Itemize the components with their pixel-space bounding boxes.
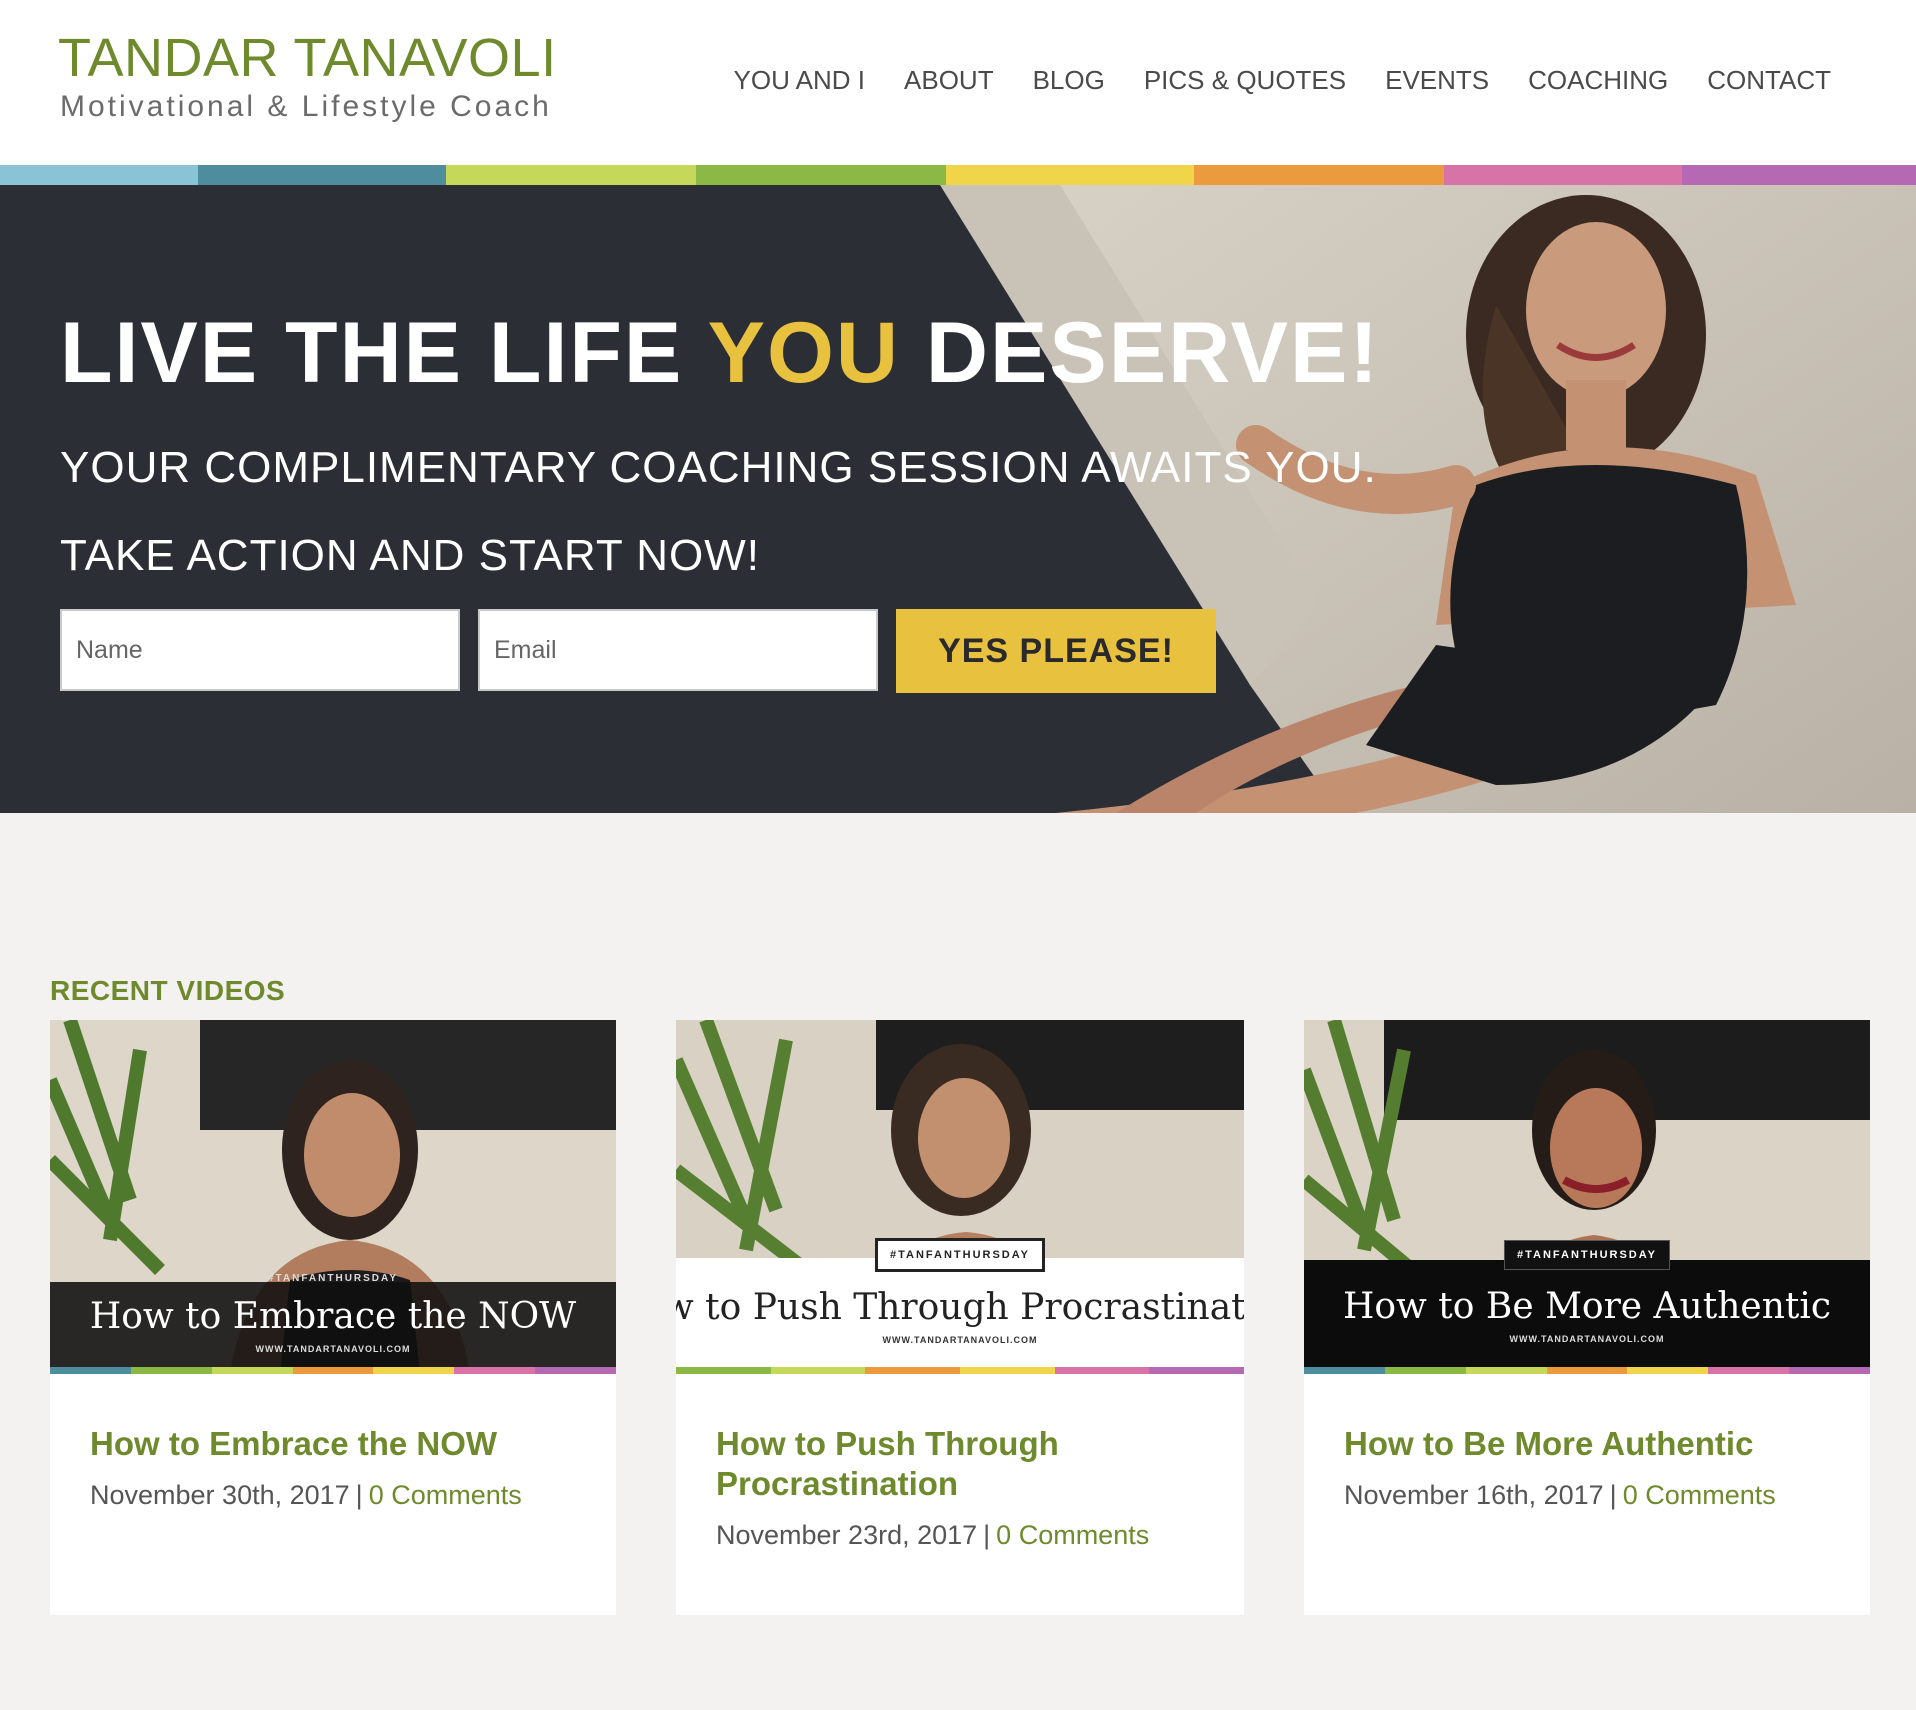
thumbnail-title: How to Be More Authentic bbox=[1342, 1286, 1832, 1327]
thumbnail-overlay: How to Be More Authentic WWW.TANDARTANAV… bbox=[1304, 1260, 1870, 1370]
strip-segment bbox=[446, 165, 696, 185]
video-date: November 16th, 2017 bbox=[1344, 1480, 1604, 1510]
strip-segment bbox=[0, 165, 198, 185]
hero-banner: LIVE THE LIFE YOU DESERVE! YOUR COMPLIME… bbox=[0, 185, 1916, 813]
thumbnail-color-strip bbox=[676, 1367, 1244, 1374]
recent-videos-title: RECENT VIDEOS bbox=[50, 975, 286, 1006]
video-thumbnail[interactable]: How to Embrace the NOW WWW.TANDARTANAVOL… bbox=[50, 1020, 616, 1374]
strip-segment bbox=[198, 165, 446, 185]
hero-headline-part2: DESERVE! bbox=[925, 305, 1380, 401]
thumbnail-overlay: How to Embrace the NOW WWW.TANDARTANAVOL… bbox=[50, 1282, 616, 1368]
nav-item-about[interactable]: ABOUT bbox=[904, 60, 994, 100]
video-title-link[interactable]: How to Be More Authentic bbox=[1344, 1424, 1834, 1464]
nav-item-blog[interactable]: BLOG bbox=[1033, 60, 1105, 100]
name-input[interactable] bbox=[60, 609, 460, 691]
thumbnail-color-strip bbox=[50, 1367, 616, 1374]
nav-item-events[interactable]: EVENTS bbox=[1385, 60, 1489, 100]
video-title-link[interactable]: How to Embrace the NOW bbox=[90, 1424, 580, 1464]
strip-segment bbox=[946, 165, 1194, 185]
site-tagline: Motivational & Lifestyle Coach bbox=[60, 90, 552, 123]
meta-separator: | bbox=[1609, 1480, 1617, 1510]
thumbnail-overlay: ow to Push Through Procrastinatio WWW.TA… bbox=[676, 1258, 1244, 1374]
thumbnail-url: WWW.TANDARTANAVOLI.COM bbox=[882, 1335, 1038, 1345]
nav-item-coaching[interactable]: COACHING bbox=[1528, 60, 1668, 100]
video-meta: November 30th, 2017 | 0 Comments bbox=[90, 1478, 522, 1512]
thumbnail-hashtag: #TANFANTHURSDAY bbox=[1503, 1240, 1671, 1270]
video-meta: November 23rd, 2017 | 0 Comments bbox=[716, 1518, 1149, 1552]
nav-item-you-and-i[interactable]: YOU AND I bbox=[734, 60, 865, 100]
site-header: TANDAR TANAVOLI Motivational & Lifestyle… bbox=[0, 0, 1916, 165]
nav-item-contact[interactable]: CONTACT bbox=[1707, 60, 1831, 100]
color-strip bbox=[0, 165, 1916, 185]
email-input[interactable] bbox=[478, 609, 878, 691]
video-date: November 23rd, 2017 bbox=[716, 1520, 978, 1550]
strip-segment bbox=[1682, 165, 1916, 185]
hero-headline: LIVE THE LIFE YOU DESERVE! bbox=[60, 303, 1380, 403]
thumbnail-title: How to Embrace the NOW bbox=[89, 1296, 577, 1337]
video-thumbnail[interactable]: ow to Push Through Procrastinatio WWW.TA… bbox=[676, 1020, 1244, 1374]
hero-subline-action: TAKE ACTION AND START NOW! bbox=[60, 531, 760, 580]
comments-link[interactable]: 0 Comments bbox=[369, 1480, 522, 1510]
strip-segment bbox=[1194, 165, 1444, 185]
thumbnail-title: ow to Push Through Procrastinatio bbox=[676, 1287, 1244, 1328]
signup-form: YES PLEASE! bbox=[60, 609, 1216, 693]
meta-separator: | bbox=[355, 1480, 363, 1510]
video-card: How to Be More Authentic WWW.TANDARTANAV… bbox=[1304, 1020, 1870, 1615]
coach-photo bbox=[1056, 195, 1796, 813]
thumbnail-url: WWW.TANDARTANAVOLI.COM bbox=[1509, 1334, 1665, 1344]
video-title-link[interactable]: How to Push Through Procrastination bbox=[716, 1424, 1206, 1504]
video-card: How to Embrace the NOW WWW.TANDARTANAVOL… bbox=[50, 1020, 616, 1615]
thumbnail-hashtag: #TANFANTHURSDAY bbox=[874, 1238, 1046, 1272]
thumbnail-hashtag: #TANFANTHURSDAY bbox=[267, 1273, 399, 1284]
strip-segment bbox=[696, 165, 946, 185]
strip-segment bbox=[1444, 165, 1682, 185]
video-card: ow to Push Through Procrastinatio WWW.TA… bbox=[676, 1020, 1244, 1615]
video-meta: November 16th, 2017 | 0 Comments bbox=[1344, 1478, 1776, 1512]
yes-please-button[interactable]: YES PLEASE! bbox=[896, 609, 1216, 693]
hero-headline-accent: YOU bbox=[707, 305, 900, 401]
site-logo-name[interactable]: TANDAR TANAVOLI bbox=[58, 28, 557, 88]
nav-item-pics-quotes[interactable]: PICS & QUOTES bbox=[1144, 60, 1346, 100]
comments-link[interactable]: 0 Comments bbox=[1623, 1480, 1776, 1510]
video-date: November 30th, 2017 bbox=[90, 1480, 350, 1510]
video-thumbnail[interactable]: How to Be More Authentic WWW.TANDARTANAV… bbox=[1304, 1020, 1870, 1374]
hero-headline-part1: LIVE THE LIFE bbox=[60, 305, 684, 401]
meta-separator: | bbox=[983, 1520, 991, 1550]
main-nav: YOU AND I ABOUT BLOG PICS & QUOTES EVENT… bbox=[734, 60, 1831, 100]
thumbnail-url: WWW.TANDARTANAVOLI.COM bbox=[255, 1344, 411, 1354]
thumbnail-color-strip bbox=[1304, 1367, 1870, 1374]
hero-subline-session: YOUR COMPLIMENTARY COACHING SESSION AWAI… bbox=[60, 443, 1377, 492]
comments-link[interactable]: 0 Comments bbox=[996, 1520, 1149, 1550]
